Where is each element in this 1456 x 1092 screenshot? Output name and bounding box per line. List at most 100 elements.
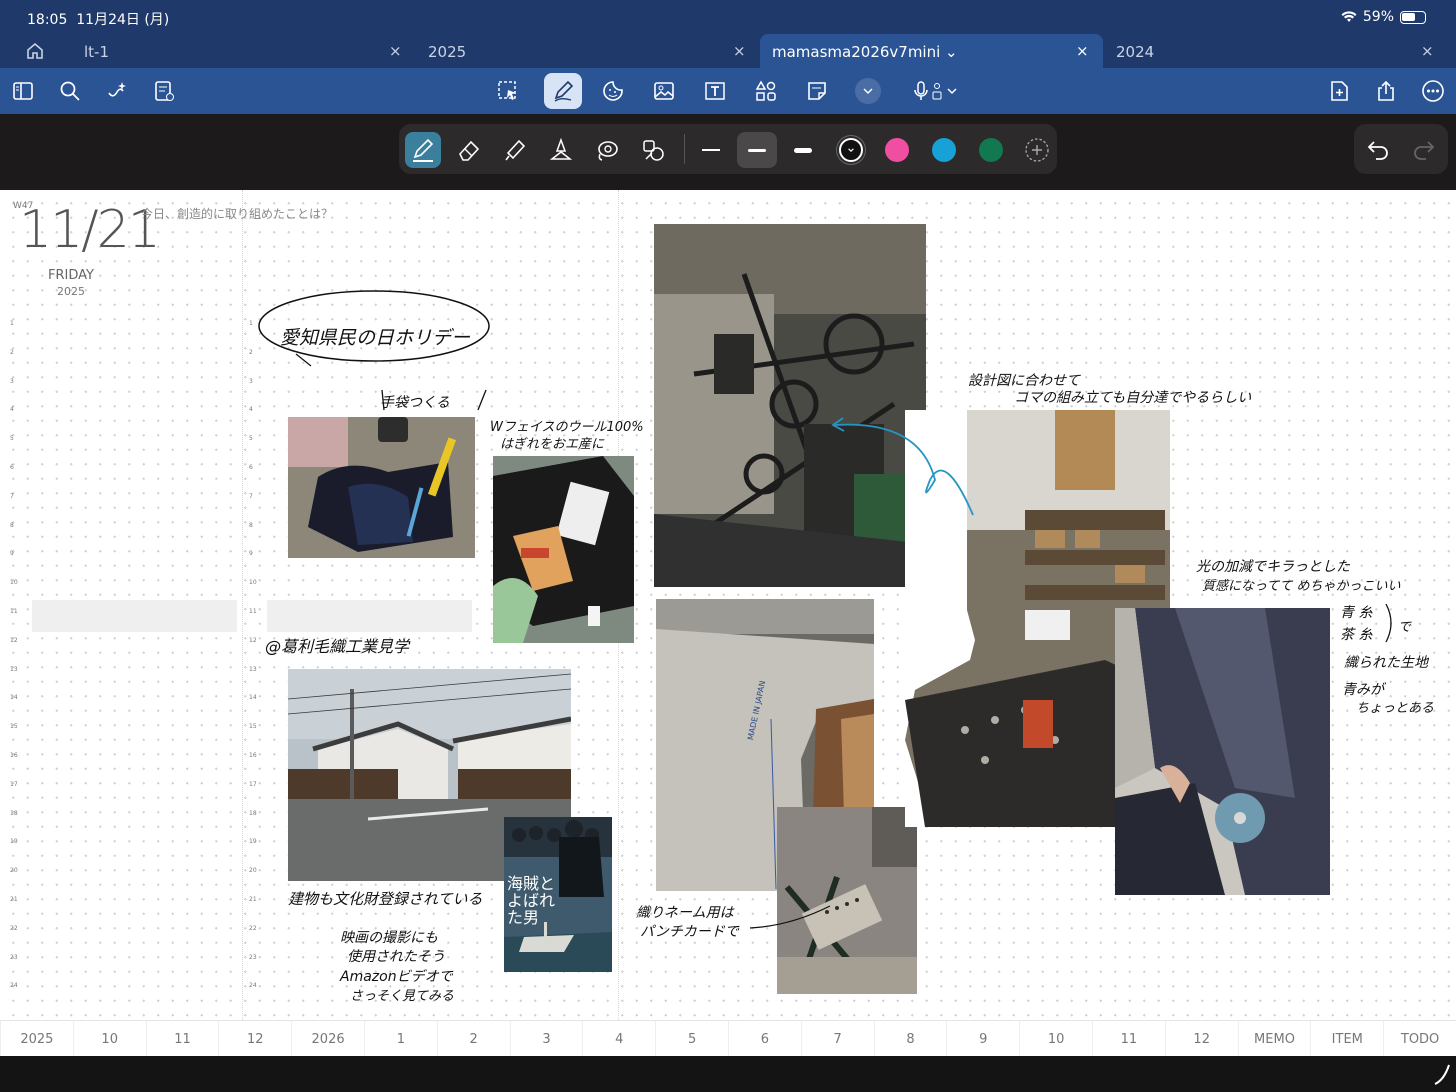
sticker-icon[interactable]	[600, 78, 626, 104]
add-color-icon[interactable]	[1019, 132, 1055, 168]
month-tab[interactable]: 3	[509, 1021, 583, 1057]
textbox-icon[interactable]	[702, 78, 728, 104]
home-icon[interactable]	[26, 42, 44, 60]
divider	[684, 134, 685, 164]
arrow-annotation	[831, 417, 974, 516]
hour-label: 6	[249, 463, 253, 471]
tab-mamasma2026v7mini[interactable]: mamasma2026v7mini ⌄ ×	[760, 34, 1103, 68]
month-tab[interactable]: 8	[873, 1021, 947, 1057]
month-tab[interactable]: 6	[728, 1021, 801, 1057]
more-icon[interactable]	[1420, 78, 1446, 104]
close-icon[interactable]: ×	[1421, 42, 1434, 60]
status-right: 59%	[1341, 9, 1426, 25]
month-tab[interactable]: 12	[1164, 1021, 1238, 1057]
sidebar-icon[interactable]	[10, 78, 36, 104]
month-tab[interactable]: 2025	[0, 1021, 73, 1057]
status-bar: 18:05 11月24日 (月) 59%	[0, 0, 1456, 34]
add-page-icon[interactable]	[1326, 78, 1352, 104]
planner-page[interactable]: W47 11/21 FRIDAY 2025 今日、創造的に取り組めたことは？ 1…	[0, 190, 1456, 1020]
hour-label: 21	[10, 895, 18, 903]
close-icon[interactable]: ×	[1076, 42, 1089, 60]
tab-2024[interactable]: 2024 ×	[1116, 34, 1446, 68]
note-blue-2: 茶 糸	[1340, 627, 1373, 643]
month-tab[interactable]: 10	[1019, 1021, 1092, 1057]
chevron-down-icon	[848, 148, 854, 152]
month-tab[interactable]: 2	[436, 1021, 510, 1057]
shape-pen-icon[interactable]	[543, 132, 579, 168]
hour-label: 8	[10, 521, 14, 529]
lasso-icon[interactable]	[495, 78, 521, 104]
undo-icon[interactable]	[1366, 137, 1390, 161]
month-tab[interactable]: 7	[800, 1021, 874, 1057]
photo-wool-scraps[interactable]	[493, 456, 634, 643]
color-swatch	[979, 138, 1003, 162]
image-icon[interactable]	[651, 78, 677, 104]
color-blue[interactable]	[926, 132, 962, 168]
thickness-medium[interactable]	[737, 132, 777, 168]
month-tab[interactable]: 5	[655, 1021, 728, 1057]
hour-labels-right: 1 2 3 4 5 6 7 8 9 10 11 12 13 14 15 16 17 18 19 20 21 22 23 24	[249, 310, 257, 1001]
photo-glove-making[interactable]	[288, 417, 475, 558]
element-icon[interactable]	[635, 132, 671, 168]
color-pink[interactable]	[879, 132, 915, 168]
hour-label: 10	[10, 579, 18, 587]
hour-label: 18	[10, 809, 18, 817]
month-tab[interactable]: 4	[582, 1021, 655, 1057]
battery-percent: 59%	[1362, 9, 1394, 25]
shapes-icon[interactable]	[753, 78, 779, 104]
tab-2025[interactable]: 2025 ×	[428, 34, 758, 68]
tab-lt-1[interactable]: lt-1 ×	[84, 34, 414, 68]
close-icon[interactable]: ×	[389, 42, 402, 60]
hour-label: 10	[249, 579, 257, 587]
lasso-pen-icon[interactable]	[589, 132, 625, 168]
search-icon[interactable]	[57, 78, 83, 104]
eraser-icon[interactable]	[451, 132, 487, 168]
hour-label: 4	[10, 406, 14, 414]
month-tab[interactable]: 11	[1092, 1021, 1165, 1057]
pen-icon[interactable]	[405, 132, 441, 168]
month-tabs: 2025 10 11 12 2026 1 2 3 4 5 6 7 8 9 10 11 12 MEMO ITEM TOD…	[0, 1020, 1456, 1057]
month-tab[interactable]: 11	[145, 1021, 219, 1057]
redo-icon[interactable]	[1412, 137, 1436, 161]
color-swatch	[885, 138, 909, 162]
hour-label: 13	[249, 665, 257, 673]
month-tab[interactable]: 2026	[291, 1021, 364, 1057]
month-tab[interactable]: TODO	[1383, 1021, 1456, 1057]
note-icon[interactable]	[804, 78, 830, 104]
page-date: 11/21	[19, 200, 161, 260]
hour-label: 21	[249, 895, 257, 903]
hour-label: 20	[10, 867, 18, 875]
photo-loom-machine[interactable]	[654, 224, 926, 587]
hour-label: 24	[249, 982, 257, 990]
highlighter-icon[interactable]	[497, 132, 533, 168]
document-icon[interactable]	[151, 78, 177, 104]
photo-suit-fabric[interactable]	[1115, 608, 1330, 895]
color-green[interactable]	[973, 132, 1009, 168]
hour-label: 20	[249, 867, 257, 875]
month-tab[interactable]: 1	[364, 1021, 437, 1057]
month-tab[interactable]: 9	[946, 1021, 1019, 1057]
month-tab[interactable]: MEMO	[1237, 1021, 1311, 1057]
photo-movie-poster[interactable]: 海賊とよばれた男	[504, 817, 612, 972]
status-time: 18:05 11月24日 (月)	[27, 12, 170, 28]
close-icon[interactable]: ×	[733, 42, 746, 60]
ai-sparkle-icon[interactable]	[104, 78, 130, 104]
hour-label: 5	[249, 435, 253, 443]
month-tab[interactable]: ITEM	[1310, 1021, 1383, 1057]
hour-label: 7	[249, 492, 253, 500]
battery-icon	[1400, 10, 1426, 24]
thickness-thin[interactable]	[693, 132, 729, 168]
month-tab[interactable]: 10	[72, 1021, 146, 1057]
month-tab[interactable]: 12	[218, 1021, 291, 1057]
bottom-bar	[0, 1056, 1456, 1092]
color-black-selected[interactable]	[833, 132, 869, 168]
thickness-thick[interactable]	[785, 132, 821, 168]
mic-icon[interactable]	[910, 78, 960, 104]
note-punch-2: パンチカードで	[640, 924, 739, 940]
note-punch-1: 織りネーム用は	[636, 905, 734, 921]
more-chevron-icon[interactable]	[855, 78, 881, 104]
pen-icon[interactable]	[544, 73, 582, 109]
share-icon[interactable]	[1373, 78, 1399, 104]
note-wool-2: はぎれをおエ産に	[500, 437, 605, 452]
hour-label: 12	[249, 636, 257, 644]
